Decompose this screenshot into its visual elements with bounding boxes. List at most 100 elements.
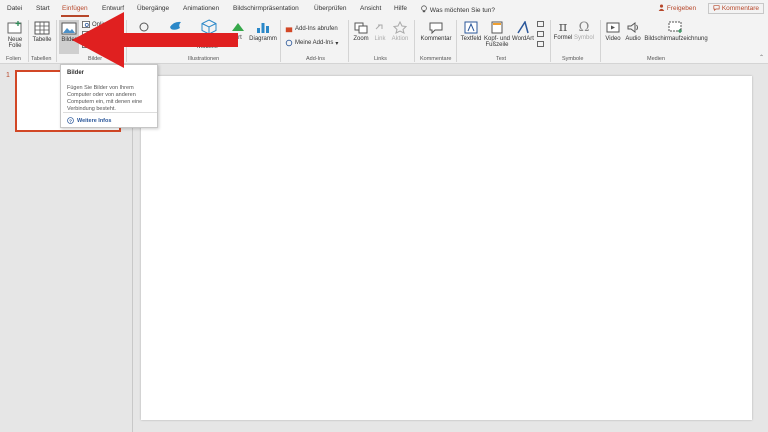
link-icon xyxy=(375,24,383,30)
pictures-label: Bilder xyxy=(61,37,77,43)
slide-number-button[interactable] xyxy=(537,31,544,37)
tell-me-text: Was möchten Sie tun? xyxy=(429,7,495,14)
action-label: Aktion xyxy=(391,36,409,42)
speaker-icon xyxy=(627,22,638,33)
collapse-ribbon-icon[interactable]: ⌃ xyxy=(759,54,764,61)
date-icon xyxy=(537,21,544,27)
icons-button[interactable] xyxy=(166,19,186,35)
my-addins-button[interactable]: Meine Add-Ins ▾ xyxy=(285,39,338,47)
group-label-symbols: Symbole xyxy=(562,56,584,62)
pictures-button[interactable]: Bilder xyxy=(59,20,79,54)
header-footer-icon xyxy=(491,21,503,34)
tab-ansicht[interactable]: Ansicht xyxy=(360,5,381,12)
separator xyxy=(414,20,415,62)
comments-label: Kommentare xyxy=(721,5,760,12)
chart-icon xyxy=(257,23,269,33)
separator xyxy=(280,20,281,62)
comment-label: Kommentar xyxy=(420,36,452,42)
pictures-tooltip: Bilder Fügen Sie Bilder von Ihrem Comput… xyxy=(60,64,158,128)
tab-bildschirmpraesentation[interactable]: Bildschirmpräsentation xyxy=(233,5,299,12)
screenshot-icon xyxy=(82,31,90,38)
equation-button[interactable]: π Formel xyxy=(553,20,573,41)
group-label-tables: Tabellen xyxy=(31,56,52,62)
group-label-comments: Kommentare xyxy=(420,56,452,62)
picture-icon xyxy=(61,22,77,35)
cube-icon xyxy=(201,19,217,35)
slide-number: 1 xyxy=(6,72,10,79)
textbox-label: Textfeld xyxy=(460,36,482,42)
separator xyxy=(550,20,551,62)
3d-models-button[interactable] xyxy=(198,19,220,37)
photo-album-button[interactable] xyxy=(82,41,90,48)
tab-uebergaenge[interactable]: Übergänge xyxy=(137,5,169,12)
group-label-text: Text xyxy=(496,56,507,62)
zoom-icon xyxy=(354,22,368,34)
textbox-button[interactable]: Textfeld xyxy=(459,21,483,42)
tab-hilfe[interactable]: Hilfe xyxy=(394,5,407,12)
header-footer-label-2: Fußzeile xyxy=(485,42,509,48)
menu-bar: Datei Start Einfügen Entwurf Übergänge A… xyxy=(0,0,768,18)
online-pictures-button[interactable]: Onlinebilder xyxy=(82,21,124,28)
action-button[interactable]: Aktion xyxy=(390,21,410,42)
separator xyxy=(600,20,601,62)
active-tab-indicator xyxy=(61,15,89,17)
video-button[interactable]: Video xyxy=(603,21,623,42)
audio-label: Audio xyxy=(625,36,641,42)
separator xyxy=(56,20,57,62)
screenshot-button[interactable] xyxy=(82,31,90,38)
get-addins-label: Add-Ins abrufen xyxy=(295,26,338,32)
store-icon xyxy=(285,27,293,33)
separator xyxy=(456,20,457,62)
smartart-icon xyxy=(232,23,244,31)
new-slide-icon xyxy=(7,21,22,34)
addins-icon xyxy=(285,39,293,47)
tab-entwurf[interactable]: Entwurf xyxy=(102,5,124,12)
table-icon xyxy=(34,21,50,35)
help-icon: ? xyxy=(67,117,74,124)
tab-einfuegen[interactable]: Einfügen xyxy=(62,5,88,12)
screen-recording-label: Bildschirmaufzeichnung xyxy=(644,36,708,42)
get-addins-button[interactable]: Add-Ins abrufen xyxy=(285,25,338,33)
group-label-addins: Add-Ins xyxy=(306,56,325,62)
star-icon xyxy=(393,21,407,34)
new-slide-button[interactable]: Neue Folie xyxy=(4,21,26,49)
comment-button[interactable]: Kommentar xyxy=(418,21,454,42)
date-time-button[interactable] xyxy=(537,21,544,27)
bird-icon xyxy=(170,21,181,30)
my-addins-label: Meine Add-Ins xyxy=(295,40,334,46)
tooltip-more-info-link[interactable]: ? Weitere Infos xyxy=(67,117,111,124)
tooltip-title: Bilder xyxy=(67,70,85,76)
comments-button[interactable]: Kommentare xyxy=(708,3,765,14)
table-button[interactable]: Tabelle xyxy=(30,21,54,43)
separator xyxy=(126,20,127,62)
tab-datei[interactable]: Datei xyxy=(7,5,22,12)
lightbulb-icon xyxy=(421,5,427,13)
slide-canvas[interactable] xyxy=(141,76,752,420)
3d-models-label: Modelle xyxy=(197,44,219,50)
separator xyxy=(28,20,29,62)
zoom-button[interactable]: Zoom xyxy=(351,21,371,42)
smartart-button[interactable]: Art xyxy=(228,21,248,41)
symbol-button[interactable]: Ω Symbol xyxy=(573,20,595,41)
link-button[interactable]: Link xyxy=(372,21,388,42)
shapes-button[interactable] xyxy=(130,21,152,37)
equation-label: Formel xyxy=(553,35,573,41)
tab-ueberpruefen[interactable]: Überprüfen xyxy=(314,5,347,12)
separator xyxy=(348,20,349,62)
object-button[interactable] xyxy=(537,41,544,47)
screen-recording-button[interactable]: Bildschirmaufzeichnung xyxy=(644,21,708,42)
share-button[interactable]: Freigeben xyxy=(658,4,696,12)
more-info-label: Weitere Infos xyxy=(77,117,112,124)
tab-start[interactable]: Start xyxy=(36,5,50,12)
chevron-down-icon: ▾ xyxy=(335,40,339,47)
tell-me-search[interactable]: Was möchten Sie tun? xyxy=(420,5,495,14)
wordart-button[interactable]: WordArt xyxy=(511,21,535,42)
video-label: Video xyxy=(605,36,621,42)
audio-button[interactable]: Audio xyxy=(623,21,643,42)
chart-button[interactable]: Diagramm xyxy=(249,21,277,42)
header-footer-button[interactable]: Kopf- und Fußzeile xyxy=(483,21,511,48)
tab-animationen[interactable]: Animationen xyxy=(183,5,219,12)
chart-label: Diagramm xyxy=(249,36,277,42)
svg-text:?: ? xyxy=(69,118,72,124)
table-label: Tabelle xyxy=(32,37,52,43)
